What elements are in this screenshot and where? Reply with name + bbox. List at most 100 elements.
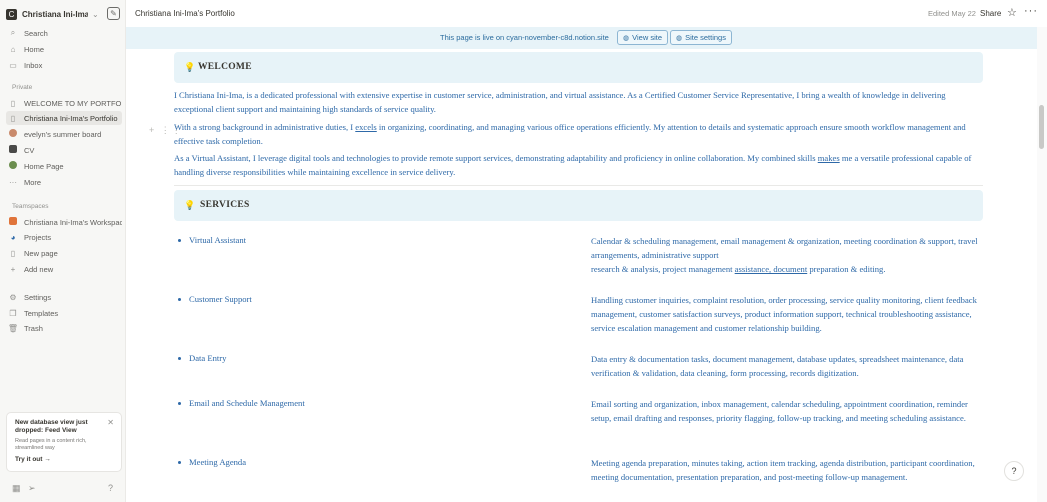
sidebar-item-label: Templates bbox=[24, 308, 59, 318]
share-button[interactable]: Share bbox=[980, 9, 1001, 18]
sidebar-item-inbox[interactable]: ▭ Inbox bbox=[6, 58, 122, 72]
sidebar-item-welcome[interactable]: ▯ WELCOME TO MY PORTFOLIO bbox=[6, 96, 122, 110]
send-icon[interactable]: ➢ bbox=[28, 483, 36, 494]
globe-icon: ◍ bbox=[623, 34, 630, 42]
bullet bbox=[178, 238, 181, 242]
service-description[interactable]: Handling customer inquiries, complaint r… bbox=[591, 293, 983, 335]
projects-icon: ◕ bbox=[10, 232, 16, 242]
site-settings-label: Site settings bbox=[685, 33, 726, 42]
help-icon[interactable]: ? bbox=[108, 483, 113, 493]
plus-icon: + bbox=[10, 264, 16, 274]
more-icon[interactable]: ··· bbox=[1024, 5, 1038, 17]
sidebar-item-portfolio[interactable]: ▯ Christiana Ini-Ima's Portfolio bbox=[6, 111, 122, 125]
page-content: 💡 WELCOME I Christiana Ini-Ima, is a ded… bbox=[126, 49, 1037, 502]
sidebar-item-label: Add new bbox=[24, 264, 54, 274]
sidebar-item-cv[interactable]: CV bbox=[6, 143, 122, 157]
service-title[interactable]: Virtual Assistant bbox=[178, 235, 246, 245]
topbar: Christiana Ini-Ima's Portfolio Edited Ma… bbox=[126, 0, 1047, 27]
sidebar-item-more[interactable]: ··· More bbox=[6, 175, 122, 189]
breadcrumb[interactable]: Christiana Ini-Ima's Portfolio bbox=[135, 9, 235, 18]
divider bbox=[174, 185, 983, 186]
scrollbar[interactable] bbox=[1037, 27, 1047, 502]
sidebar-item-settings[interactable]: ⚙ Settings bbox=[6, 290, 122, 304]
welcome-paragraph-1[interactable]: I Christiana Ini-Ima, is a dedicated pro… bbox=[174, 88, 974, 116]
sidebar-item-add-new[interactable]: + Add new bbox=[6, 262, 122, 276]
lightbulb-icon: 💡 bbox=[184, 62, 196, 72]
welcome-callout[interactable]: 💡 WELCOME bbox=[174, 52, 983, 83]
service-description[interactable]: Email sorting and organization, inbox ma… bbox=[591, 397, 983, 425]
site-settings-button[interactable]: ◍ Site settings bbox=[670, 30, 732, 45]
sidebar-item-projects[interactable]: ◕ Projects bbox=[6, 230, 122, 244]
inbox-icon: ▭ bbox=[9, 60, 17, 70]
bullet bbox=[178, 460, 181, 464]
page-icon: ▯ bbox=[10, 113, 16, 123]
service-description[interactable]: Data entry & documentation tasks, docume… bbox=[591, 352, 983, 380]
service-title[interactable]: Data Entry bbox=[178, 353, 226, 363]
workspace-avatar: C bbox=[6, 8, 17, 20]
sidebar-item-label: New page bbox=[24, 248, 58, 258]
welcome-paragraph-3[interactable]: As a Virtual Assistant, I leverage digit… bbox=[174, 151, 974, 179]
sidebar-item-search[interactable]: ⌕ Search bbox=[6, 26, 122, 40]
service-title[interactable]: Meeting Agenda bbox=[178, 457, 246, 467]
sidebar-item-trash[interactable]: 🗑 Trash bbox=[6, 321, 122, 335]
sidebar-item-templates[interactable]: ❐ Templates bbox=[6, 306, 122, 320]
underlined-word: makes bbox=[817, 153, 840, 163]
star-icon[interactable]: ☆ bbox=[1007, 6, 1017, 19]
service-description[interactable]: Meeting agenda preparation, minutes taki… bbox=[591, 456, 983, 484]
live-banner-text: This page is live on cyan-november-c8d.n… bbox=[440, 33, 609, 42]
calendar-icon[interactable]: ▦ bbox=[12, 483, 21, 494]
sidebar-item-label: Settings bbox=[24, 292, 52, 302]
welcome-paragraph-2[interactable]: With a strong background in administrati… bbox=[174, 120, 974, 148]
bullet bbox=[178, 356, 181, 360]
sidebar-item-workspace[interactable]: Christiana Ini-Ima's Workspace bbox=[6, 215, 122, 229]
settings-icon: ◍ bbox=[676, 34, 683, 42]
promo-description: Read pages in a content rich, streamline… bbox=[15, 438, 87, 451]
workspace-name: Christiana Ini-Ima's Notion bbox=[22, 9, 88, 19]
bullet bbox=[178, 401, 181, 405]
home-icon: ⌂ bbox=[10, 44, 16, 54]
sidebar-item-summer-board[interactable]: evelyn's summer board bbox=[6, 127, 122, 141]
services-callout[interactable]: 💡 SERVICES bbox=[174, 190, 983, 221]
sidebar-item-label: Projects bbox=[24, 232, 52, 242]
sidebar-item-label: CV bbox=[24, 145, 35, 155]
sidebar-item-label: More bbox=[24, 177, 42, 187]
more-icon: ··· bbox=[9, 177, 17, 187]
arrow-right-icon: → bbox=[44, 456, 51, 463]
new-page-icon[interactable]: ✎ bbox=[107, 7, 120, 20]
search-icon: ⌕ bbox=[10, 28, 16, 37]
page-icon: ▯ bbox=[10, 248, 16, 258]
sidebar-item-new-page[interactable]: ▯ New page bbox=[6, 246, 122, 260]
section-label-private: Private bbox=[12, 84, 33, 91]
close-icon[interactable]: ✕ bbox=[107, 418, 114, 427]
sidebar-item-label: Inbox bbox=[24, 60, 43, 70]
lightbulb-icon: 💡 bbox=[184, 200, 196, 210]
service-description[interactable]: Calendar & scheduling management, email … bbox=[591, 234, 983, 276]
underlined-word: excels bbox=[355, 122, 377, 132]
sidebar-item-label: Home Page bbox=[24, 161, 64, 171]
trash-icon: 🗑 bbox=[7, 323, 19, 333]
promo-card: New database view just dropped: Feed Vie… bbox=[6, 412, 122, 472]
view-site-label: View site bbox=[632, 33, 662, 42]
sidebar-item-home-page[interactable]: Home Page bbox=[6, 159, 122, 173]
sidebar-item-label: Trash bbox=[24, 323, 43, 333]
help-icon: ? bbox=[1011, 466, 1017, 476]
view-site-button[interactable]: ◍ View site bbox=[617, 30, 668, 45]
section-label-teamspaces: Teamspaces bbox=[12, 203, 49, 210]
live-banner: This page is live on cyan-november-c8d.n… bbox=[126, 27, 1037, 49]
workspace-switcher[interactable]: C Christiana Ini-Ima's Notion ⌄ ✎ bbox=[6, 5, 122, 23]
chevron-down-icon: ⌄ bbox=[92, 9, 99, 19]
promo-action-label: Try it out bbox=[15, 456, 43, 463]
scrollbar-thumb[interactable] bbox=[1039, 105, 1044, 149]
page-icon: ▯ bbox=[10, 98, 16, 108]
edited-timestamp: Edited May 22 bbox=[928, 9, 976, 18]
sidebar: C Christiana Ini-Ima's Notion ⌄ ✎ ⌕ Sear… bbox=[0, 0, 126, 502]
templates-icon: ❐ bbox=[9, 308, 17, 318]
help-button[interactable]: ? bbox=[1004, 461, 1024, 481]
gear-icon: ⚙ bbox=[9, 292, 17, 302]
workspace-icon bbox=[6, 217, 20, 227]
sidebar-item-home[interactable]: ⌂ Home bbox=[6, 42, 122, 56]
service-title[interactable]: Email and Schedule Management bbox=[178, 398, 305, 408]
service-title[interactable]: Customer Support bbox=[178, 294, 252, 304]
promo-try-button[interactable]: Try it out → bbox=[15, 456, 113, 463]
sidebar-item-label: Search bbox=[24, 28, 48, 38]
